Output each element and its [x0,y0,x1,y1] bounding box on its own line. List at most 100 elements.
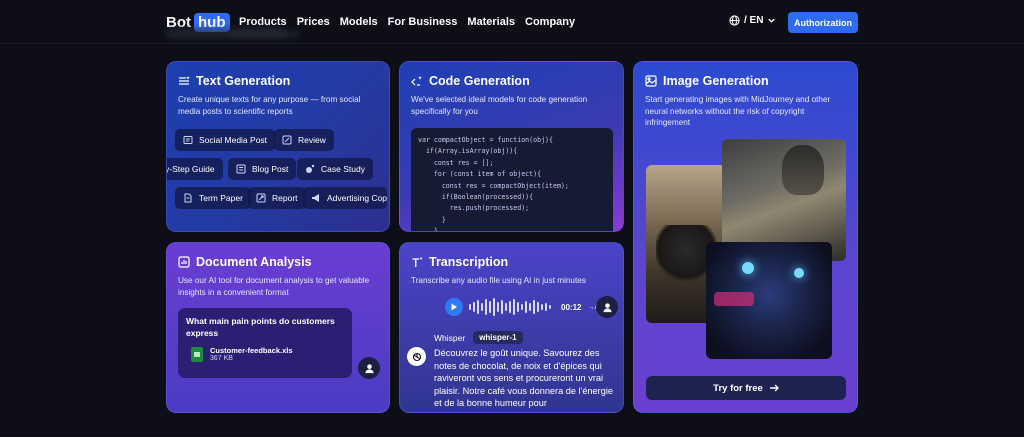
code-line: } [418,215,446,224]
language-label: / EN [744,15,764,26]
authorization-button[interactable]: Authorization [788,12,858,33]
code-line: for (const item of object){ [418,170,542,179]
user-question: What main pain points do customers expre… [186,316,335,338]
play-button[interactable] [445,298,463,316]
image-generation-title: Image Generation [663,74,769,88]
audio-player: 00:12 →A [445,297,599,317]
model-badge: whisper-1 [473,331,523,344]
user-message-bubble: What main pain points do customers expre… [178,308,352,378]
nav-for-business[interactable]: For Business [388,16,458,28]
chip-label: Social Media Post [199,135,268,145]
code-line: if(Boolean(processed)){ [418,193,534,202]
waveform-bar [549,305,551,309]
audio-time: 00:12 [561,302,582,312]
waveform-bar [477,300,479,314]
code-generation-title: Code Generation [429,74,530,88]
waveform-bar [505,303,507,311]
card-title: Code Generation [411,74,530,88]
waveform-bar [529,303,531,311]
main-nav: Products Prices Models For Business Mate… [239,16,575,28]
text-generation-title: Text Generation [196,74,291,88]
nav-company[interactable]: Company [525,16,575,28]
language-selector[interactable]: / EN [729,15,776,26]
code-sparkle-icon [411,76,422,86]
file-size: 367 KB [210,355,233,362]
try-for-free-button[interactable]: Try for free [646,376,846,400]
code-line: const res = compactObject(item); [418,181,569,190]
waveform-bar [521,304,523,310]
text-format-icon [412,257,423,267]
document-icon [184,193,192,203]
model-row: Whisper whisper-1 [434,331,523,344]
card-title: Document Analysis [178,255,312,269]
transcription-output: Découvrez le goût unique. Savourez des n… [434,348,613,409]
card-title: Text Generation [178,74,290,88]
openai-icon [407,347,426,366]
nav-prices[interactable]: Prices [297,16,330,28]
waveform-bar [501,300,503,314]
waveform-bar [517,302,519,312]
audio-waveform[interactable] [469,297,551,317]
xls-file-icon [191,346,203,362]
openai-logo-icon [412,352,421,361]
chip-advertising-copy[interactable]: Advertising Cop [303,187,388,209]
user-avatar [596,296,618,318]
chip-case-study[interactable]: Case Study [297,158,373,180]
blurred-banner-2 [230,30,300,38]
file-name: Customer-feedback.xls [210,346,293,355]
user-icon [364,363,374,373]
report-icon [256,193,266,203]
code-line: var compactObject = function(obj){ [418,136,553,144]
top-navbar: Bot hub Products Prices Models For Busin… [0,0,1024,44]
sparkle-icon [306,164,315,173]
chip-review[interactable]: Review [274,129,334,151]
transcription-description: Transcribe any audio file using AI in ju… [411,276,586,285]
code-generation-description: We've selected ideal models for code gen… [411,95,588,116]
attached-file[interactable]: Customer-feedback.xls 367 KB [191,346,293,362]
waveform-bar [485,299,487,315]
text-generation-description: Create unique texts for any purpose — fr… [178,95,361,116]
waveform-bar [541,304,543,310]
chip-label: Advertising Cop [327,193,388,203]
transcription-card[interactable]: Transcription Transcribe any audio file … [399,242,624,413]
chip-label: Report [272,193,298,203]
chip-term-paper[interactable]: Term Paper [175,187,251,209]
chip-label: Term Paper [199,193,243,203]
card-title: Transcription [411,255,508,269]
waveform-bar [497,302,499,312]
nav-materials[interactable]: Materials [467,16,515,28]
chip-social-media-post[interactable]: Social Media Post [175,129,276,151]
card-title: Image Generation [645,74,769,88]
text-generation-card[interactable]: Text Generation Create unique texts for … [166,61,390,232]
nav-products[interactable]: Products [239,16,287,28]
waveform-bar [469,304,471,310]
waveform-bar [537,302,539,312]
document-analysis-description: Use our AI tool for document analysis to… [178,276,370,297]
chip-blog-post[interactable]: Blog Post [228,158,297,180]
waveform-bar [493,298,495,316]
chip-label: Blog Post [252,164,289,174]
play-icon [451,303,457,311]
chip-report[interactable]: Report [248,187,306,209]
code-generation-card[interactable]: Code Generation We've selected ideal mod… [399,61,624,232]
chip-step-guide[interactable]: y-Step Guide [167,158,223,180]
image-generation-card[interactable]: Image Generation Start generating images… [633,61,858,413]
transcription-title: Transcription [429,255,509,269]
generated-cyborg-face-image [706,242,832,359]
try-for-free-label: Try for free [713,382,763,394]
code-snippet: var compactObject = function(obj){ if(Ar… [411,128,613,232]
arrow-right-icon [769,384,779,392]
nav-models[interactable]: Models [340,16,378,28]
waveform-bar [509,301,511,313]
user-icon [602,302,612,312]
text-lines-icon [179,76,190,85]
social-icon [183,136,193,144]
code-line: const res = []; [418,158,494,167]
document-analysis-card[interactable]: Document Analysis Use our AI tool for do… [166,242,390,413]
code-line: } [418,227,438,232]
waveform-bar [473,302,475,312]
document-analysis-title: Document Analysis [196,255,312,269]
chip-label: Review [298,135,326,145]
waveform-bar [545,303,547,311]
waveform-bar [489,301,491,313]
